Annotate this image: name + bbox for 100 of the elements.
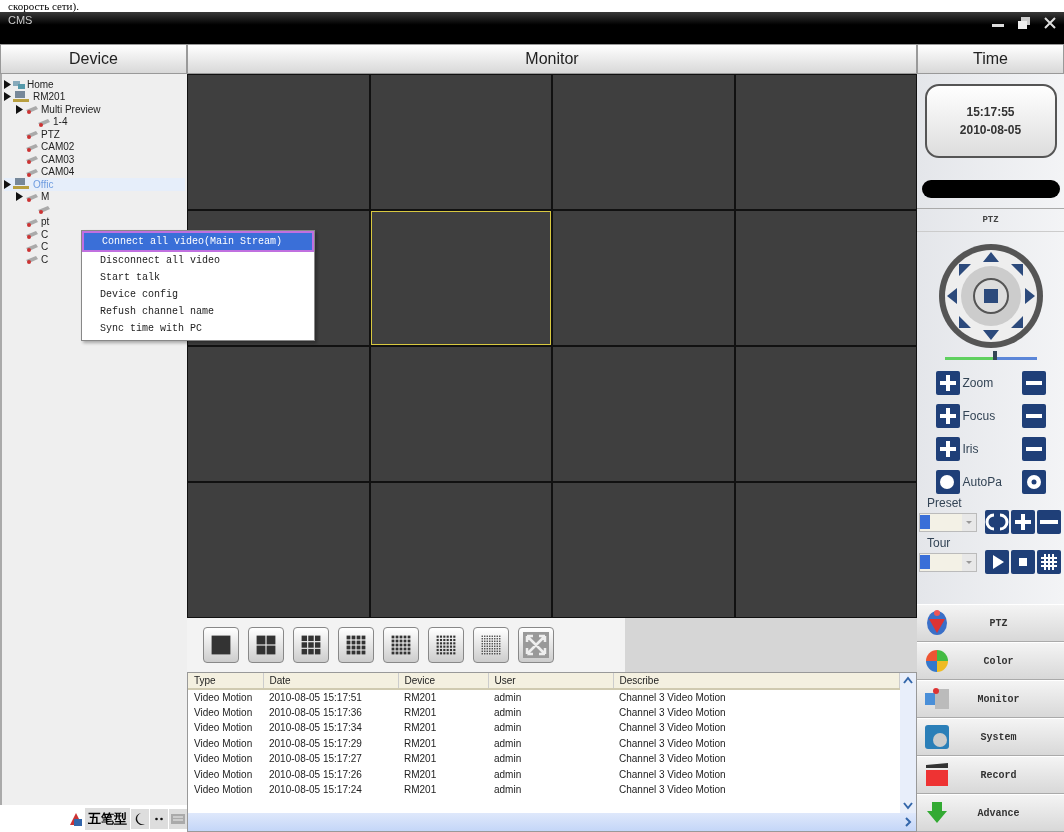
menu-item[interactable]: Refush channel name — [82, 303, 314, 320]
layout-button[interactable] — [203, 627, 239, 663]
moon-icon[interactable] — [131, 808, 149, 829]
scroll-right-icon[interactable] — [904, 817, 912, 827]
slider-thumb[interactable] — [993, 351, 998, 360]
video-cell[interactable] — [370, 75, 551, 209]
tree-item[interactable]: RM201 — [33, 91, 66, 103]
video-cell[interactable] — [370, 347, 551, 481]
grid-layout-icon — [346, 635, 366, 655]
zoom-out-button[interactable] — [1021, 404, 1046, 428]
video-cell[interactable] — [370, 483, 551, 617]
speed-slider[interactable] — [944, 350, 1037, 362]
tree-item[interactable]: Multi Preview — [41, 103, 101, 115]
column-header[interactable]: Date — [263, 673, 398, 689]
tree-item[interactable]: CAM02 — [41, 141, 75, 153]
tree-item[interactable]: C — [41, 241, 49, 253]
vertical-scrollbar[interactable] — [900, 673, 916, 813]
video-cell[interactable] — [370, 211, 551, 345]
column-header[interactable]: Describe — [613, 673, 900, 689]
remove-button[interactable] — [1037, 510, 1061, 534]
table-cell-text: Channel 3 Video Motion — [618, 783, 727, 798]
tree-item[interactable]: 1-4 — [53, 116, 68, 128]
layout-button[interactable] — [473, 627, 509, 663]
fullscreen-button[interactable] — [518, 627, 554, 663]
input-method-label[interactable]: 五笔型 — [85, 807, 130, 830]
camera-icon — [25, 241, 39, 252]
add-button[interactable] — [1011, 510, 1035, 534]
video-cell[interactable] — [735, 483, 916, 617]
zoom-in-button[interactable] — [935, 437, 960, 461]
video-cell[interactable] — [188, 483, 369, 617]
layout-button[interactable] — [383, 627, 419, 663]
play-button[interactable] — [985, 550, 1009, 574]
clock-time: 15:17:55 — [966, 105, 1015, 119]
clapperboard-icon — [923, 761, 951, 789]
menu-item[interactable]: Disconnect all video — [82, 252, 314, 269]
video-cell[interactable] — [188, 75, 369, 209]
video-cell[interactable] — [553, 211, 734, 345]
table-cell: Video Motion — [188, 689, 263, 705]
video-cell[interactable] — [735, 347, 916, 481]
layout-button[interactable] — [428, 627, 464, 663]
menu-item[interactable]: Start talk — [82, 269, 314, 286]
tree-item[interactable]: Home — [27, 78, 54, 90]
menu-item[interactable]: Connect all video(Main Stream) — [82, 231, 314, 252]
table-cell-text: 2010-08-05 15:17:29 — [268, 736, 363, 751]
stop-button[interactable] — [1021, 470, 1046, 494]
nav-button[interactable]: Record — [917, 756, 1064, 794]
grid-layout-icon — [481, 635, 501, 655]
zoom-out-button[interactable] — [1021, 371, 1046, 395]
camera-icon — [25, 154, 39, 165]
nav-button[interactable]: Monitor — [917, 680, 1064, 718]
camera-icon — [25, 229, 39, 240]
menu-item[interactable]: Sync time with PC — [82, 320, 314, 337]
column-header[interactable]: Device — [398, 673, 488, 689]
tree-item[interactable]: C — [41, 228, 49, 240]
tree-item[interactable]: CAM04 — [41, 166, 75, 178]
grid-layout-icon — [256, 635, 276, 655]
panel-header: Time — [917, 44, 1064, 74]
punctuation-icon[interactable] — [150, 808, 168, 829]
nav-button[interactable]: PTZ — [917, 604, 1064, 642]
direction-pad[interactable] — [936, 242, 1045, 350]
preset-dropdown[interactable] — [919, 512, 977, 532]
stop-button[interactable] — [1011, 550, 1035, 574]
table-cell-text: Channel 3 Video Motion — [618, 736, 727, 751]
camera-icon — [25, 254, 39, 265]
video-cell[interactable] — [553, 347, 734, 481]
tree-item[interactable]: pt — [41, 216, 50, 228]
zoom-in-button[interactable] — [935, 404, 960, 428]
nav-button[interactable]: Advance — [917, 794, 1064, 832]
layout-button[interactable] — [248, 627, 284, 663]
nav-button[interactable]: System — [917, 718, 1064, 756]
page-text: скорость сети). — [8, 0, 79, 12]
video-cell[interactable] — [735, 75, 916, 209]
column-header[interactable]: Type — [188, 673, 263, 689]
video-cell[interactable] — [188, 347, 369, 481]
horizontal-scrollbar[interactable] — [188, 813, 916, 831]
camera-icon — [25, 104, 39, 115]
video-cell[interactable] — [735, 211, 916, 345]
tree-item[interactable]: M — [41, 191, 50, 203]
lens-label: Iris — [962, 442, 980, 456]
nav-button[interactable]: Color — [917, 642, 1064, 680]
zoom-out-button[interactable] — [1021, 437, 1046, 461]
tree-item[interactable]: PTZ — [41, 128, 60, 140]
zoom-in-button[interactable] — [935, 371, 960, 395]
video-cell[interactable] — [553, 75, 734, 209]
layout-button[interactable] — [293, 627, 329, 663]
grid-button[interactable] — [1037, 550, 1061, 574]
video-cell[interactable] — [553, 483, 734, 617]
layout-button[interactable] — [338, 627, 374, 663]
menu-item[interactable]: Device config — [82, 286, 314, 303]
refresh-button[interactable] — [985, 510, 1009, 534]
column-header[interactable]: User — [488, 673, 613, 689]
restore-button[interactable] — [1018, 17, 1030, 29]
camera-icon — [25, 216, 39, 227]
auto-pan-button[interactable] — [935, 470, 960, 494]
grid-layout-icon — [301, 635, 321, 655]
tour-dropdown[interactable] — [919, 552, 977, 572]
close-button[interactable] — [1044, 17, 1056, 29]
table-cell-text: admin — [493, 783, 523, 798]
tree-item[interactable]: C — [41, 253, 49, 265]
tree-item[interactable]: CAM03 — [41, 153, 75, 165]
